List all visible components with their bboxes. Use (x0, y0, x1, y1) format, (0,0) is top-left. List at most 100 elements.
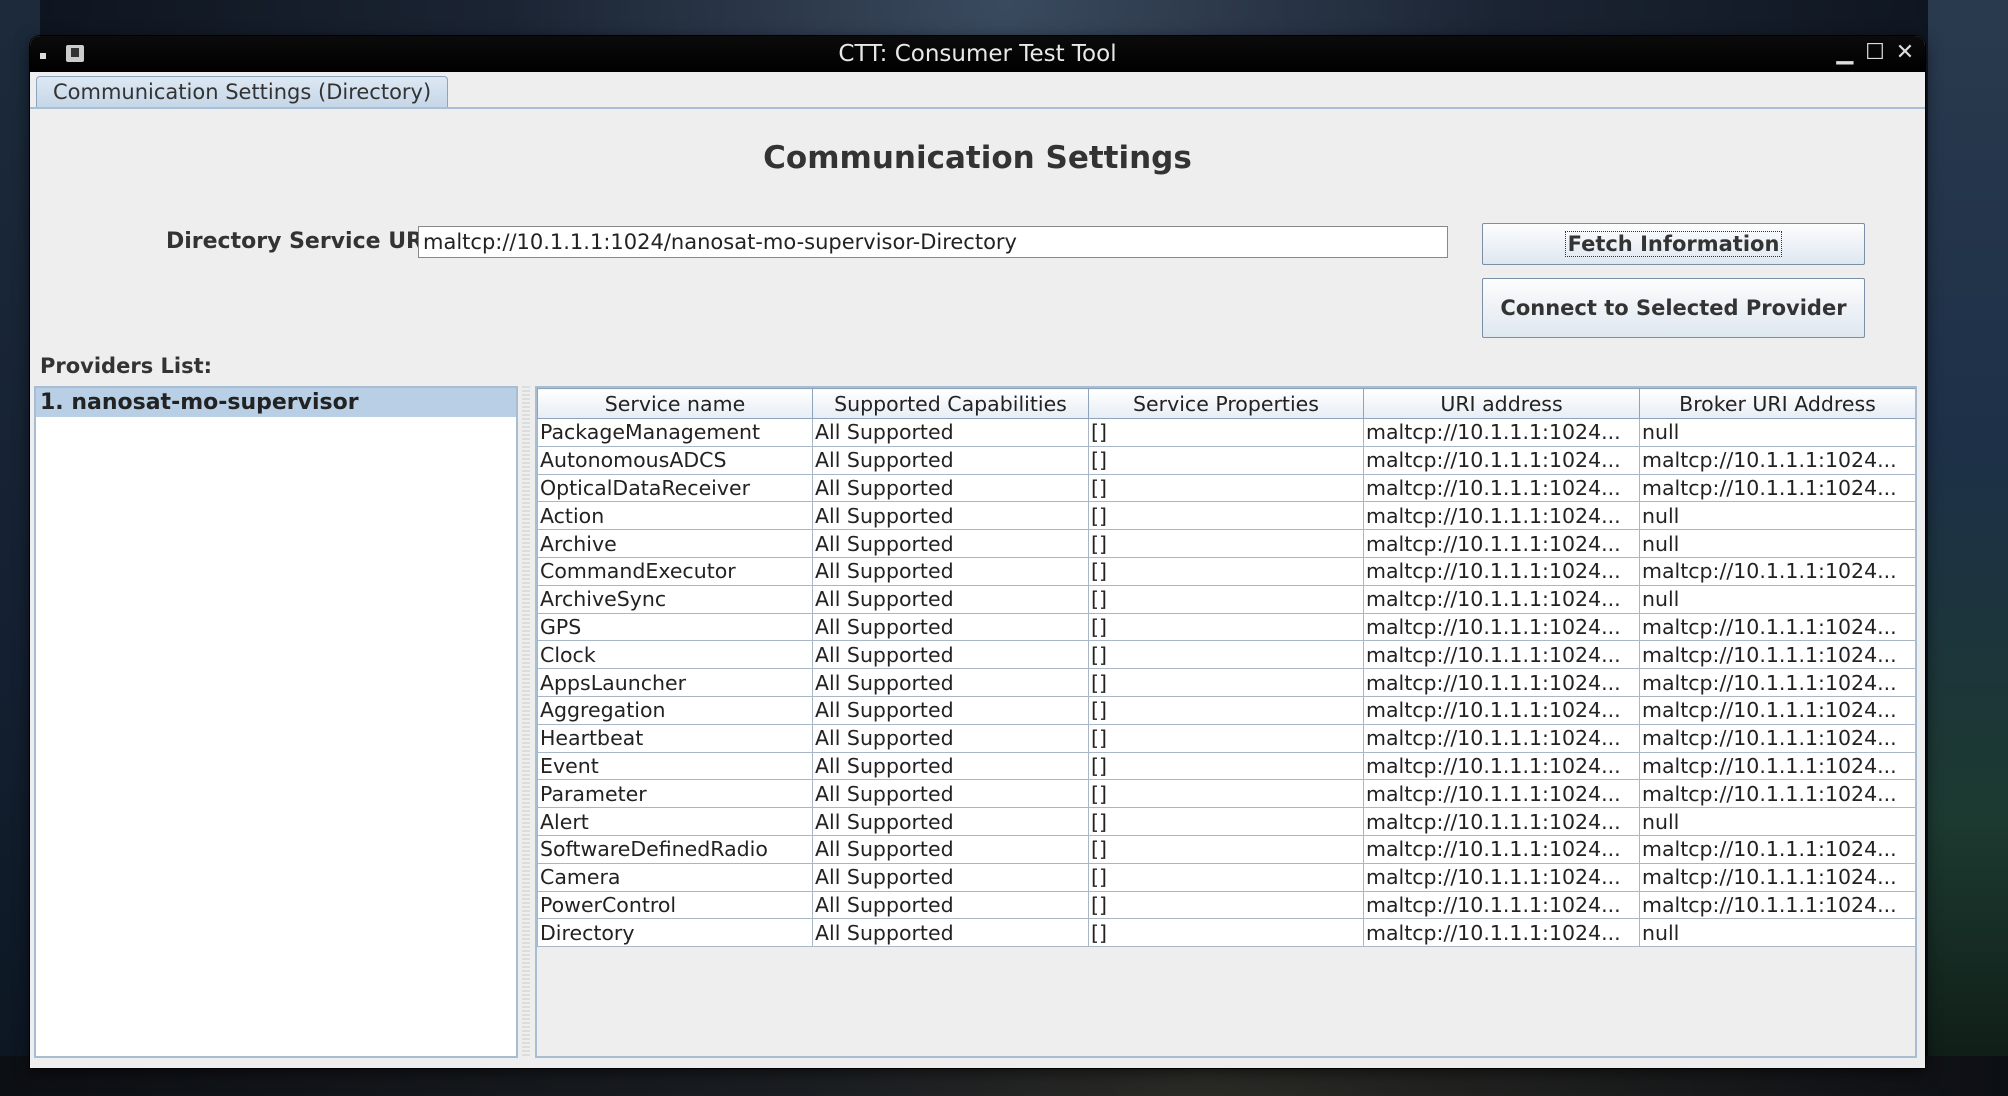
table-row[interactable]: GPS All Supported[] maltcp://10.1.1.1:1024… (537, 612, 1915, 642)
table-cell[interactable]: PowerControl (537, 890, 813, 920)
table-cell[interactable]: maltcp://10.1.1.1:1024... (1363, 918, 1640, 948)
table-cell[interactable]: [] (1088, 695, 1364, 725)
table-cell[interactable]: Action (537, 501, 813, 531)
table-cell[interactable]: Camera (537, 862, 813, 892)
table-cell[interactable]: All Supported (812, 834, 1089, 864)
table-row[interactable]: Camera All Supported[] maltcp://10.1.1.1:1… (537, 862, 1915, 892)
table-cell[interactable]: All Supported (812, 529, 1089, 558)
table-cell[interactable]: [] (1088, 918, 1364, 948)
table-cell[interactable]: null (1639, 584, 1915, 614)
table-cell[interactable]: [] (1088, 640, 1364, 670)
table-cell[interactable]: [] (1088, 501, 1364, 531)
table-row[interactable]: PowerControl All Supported[] maltcp://10.1… (537, 890, 1915, 920)
table-cell[interactable]: PackageManagement (537, 418, 813, 447)
table-cell[interactable]: [] (1088, 445, 1364, 475)
table-cell[interactable]: Parameter (537, 779, 813, 809)
column-header[interactable]: Service name (537, 388, 813, 419)
connect-provider-button[interactable]: Connect to Selected Provider (1482, 278, 1865, 338)
table-cell[interactable]: Clock (537, 640, 813, 670)
table-cell[interactable]: maltcp://10.1.1.1:1024... (1363, 723, 1640, 753)
table-cell[interactable]: [] (1088, 890, 1364, 920)
split-pane-divider[interactable] (522, 386, 530, 1058)
column-header[interactable]: Service Properties (1088, 388, 1364, 419)
window-titlebar[interactable]: CTT: Consumer Test Tool ▁ ☐ ✕ (30, 36, 1925, 72)
table-cell[interactable]: maltcp://10.1.1.1:1024... (1363, 695, 1640, 725)
table-cell[interactable]: All Supported (812, 668, 1089, 697)
table-cell[interactable]: All Supported (812, 862, 1089, 892)
table-cell[interactable]: OpticalDataReceiver (537, 473, 813, 503)
table-cell[interactable]: maltcp://10.1.1.1:1024... (1639, 751, 1915, 781)
table-cell[interactable]: [] (1088, 584, 1364, 614)
table-row[interactable]: AppsLauncher All Supported[] maltcp://10.1… (537, 668, 1915, 697)
table-cell[interactable]: All Supported (812, 556, 1089, 586)
table-cell[interactable]: All Supported (812, 418, 1089, 447)
table-cell[interactable]: maltcp://10.1.1.1:1024... (1363, 751, 1640, 781)
table-cell[interactable]: maltcp://10.1.1.1:1024... (1639, 779, 1915, 809)
table-row[interactable]: CommandExecutor All Supported[] maltcp://1… (537, 556, 1915, 586)
table-cell[interactable]: maltcp://10.1.1.1:1024... (1639, 640, 1915, 670)
column-header[interactable]: Broker URI Address (1639, 388, 1915, 419)
table-cell[interactable]: maltcp://10.1.1.1:1024... (1639, 445, 1915, 475)
table-cell[interactable]: AutonomousADCS (537, 445, 813, 475)
table-row[interactable]: Heartbeat All Supported[] maltcp://10.1.1.… (537, 723, 1915, 753)
table-cell[interactable]: ArchiveSync (537, 584, 813, 614)
table-cell[interactable]: AppsLauncher (537, 668, 813, 697)
column-header[interactable]: Supported Capabilities (812, 388, 1089, 419)
table-cell[interactable]: All Supported (812, 501, 1089, 531)
table-cell[interactable]: Directory (537, 918, 813, 948)
table-cell[interactable]: maltcp://10.1.1.1:1024... (1363, 807, 1640, 836)
table-cell[interactable]: maltcp://10.1.1.1:1024... (1363, 418, 1640, 447)
table-cell[interactable]: [] (1088, 862, 1364, 892)
table-row[interactable]: Parameter All Supported[] maltcp://10.1.1.… (537, 779, 1915, 809)
table-cell[interactable]: All Supported (812, 918, 1089, 948)
table-cell[interactable]: maltcp://10.1.1.1:1024... (1639, 834, 1915, 864)
table-cell[interactable]: All Supported (812, 890, 1089, 920)
table-cell[interactable]: All Supported (812, 779, 1089, 809)
table-cell[interactable]: maltcp://10.1.1.1:1024... (1639, 723, 1915, 753)
table-cell[interactable]: All Supported (812, 807, 1089, 836)
table-cell[interactable]: maltcp://10.1.1.1:1024... (1639, 862, 1915, 892)
table-cell[interactable]: [] (1088, 779, 1364, 809)
table-row[interactable]: AutonomousADCS All Supported[] maltcp://10… (537, 445, 1915, 475)
table-row[interactable]: Clock All Supported[] maltcp://10.1.1.1:10… (537, 640, 1915, 670)
table-cell[interactable]: maltcp://10.1.1.1:1024... (1363, 529, 1640, 558)
table-cell[interactable]: Aggregation (537, 695, 813, 725)
table-cell[interactable]: [] (1088, 473, 1364, 503)
table-cell[interactable]: maltcp://10.1.1.1:1024... (1363, 501, 1640, 531)
table-cell[interactable]: [] (1088, 723, 1364, 753)
table-cell[interactable]: [] (1088, 751, 1364, 781)
maximize-icon[interactable]: ☐ (1863, 40, 1887, 66)
table-cell[interactable]: GPS (537, 612, 813, 642)
table-row[interactable]: Archive All Supported[] maltcp://10.1.1.1:… (537, 529, 1915, 558)
table-cell[interactable]: maltcp://10.1.1.1:1024... (1363, 890, 1640, 920)
table-cell[interactable]: All Supported (812, 695, 1089, 725)
table-cell[interactable]: All Supported (812, 584, 1089, 614)
table-cell[interactable]: maltcp://10.1.1.1:1024... (1639, 890, 1915, 920)
providers-list[interactable]: 1. nanosat-mo-supervisor (34, 386, 518, 1058)
table-cell[interactable]: [] (1088, 556, 1364, 586)
table-cell[interactable]: All Supported (812, 751, 1089, 781)
table-cell[interactable]: All Supported (812, 640, 1089, 670)
table-cell[interactable]: maltcp://10.1.1.1:1024... (1363, 668, 1640, 697)
fetch-information-button[interactable]: Fetch Information (1482, 223, 1865, 265)
table-cell[interactable]: All Supported (812, 473, 1089, 503)
table-cell[interactable]: CommandExecutor (537, 556, 813, 586)
table-cell[interactable]: [] (1088, 612, 1364, 642)
table-cell[interactable]: Heartbeat (537, 723, 813, 753)
table-row[interactable]: Alert All Supported[] maltcp://10.1.1.1:10… (537, 807, 1915, 836)
table-row[interactable]: Directory All Supported[] maltcp://10.1.1.… (537, 918, 1915, 948)
table-cell[interactable]: All Supported (812, 612, 1089, 642)
table-cell[interactable]: [] (1088, 834, 1364, 864)
table-cell[interactable]: Alert (537, 807, 813, 836)
table-cell[interactable]: maltcp://10.1.1.1:1024... (1363, 779, 1640, 809)
table-cell[interactable]: maltcp://10.1.1.1:1024... (1363, 640, 1640, 670)
table-cell[interactable]: null (1639, 501, 1915, 531)
table-cell[interactable]: All Supported (812, 723, 1089, 753)
table-cell[interactable]: null (1639, 918, 1915, 948)
table-cell[interactable]: null (1639, 418, 1915, 447)
table-cell[interactable]: Archive (537, 529, 813, 558)
table-cell[interactable]: SoftwareDefinedRadio (537, 834, 813, 864)
table-cell[interactable]: maltcp://10.1.1.1:1024... (1363, 445, 1640, 475)
table-cell[interactable]: maltcp://10.1.1.1:1024... (1639, 668, 1915, 697)
table-cell[interactable]: maltcp://10.1.1.1:1024... (1363, 862, 1640, 892)
